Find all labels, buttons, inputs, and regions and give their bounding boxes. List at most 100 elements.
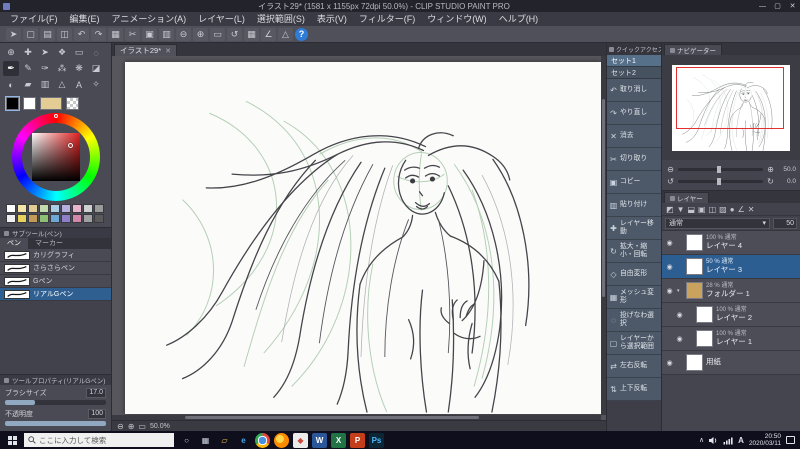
app-chrome[interactable]: [255, 432, 270, 448]
text-tool[interactable]: A: [71, 77, 87, 92]
ruler-icon[interactable]: ∠: [738, 205, 745, 214]
property-slider[interactable]: [5, 421, 106, 426]
quick-access-item[interactable]: ▢ レイヤーから選択範囲: [607, 332, 661, 355]
app-clip-studio[interactable]: ◆: [293, 432, 308, 448]
slider-handle[interactable]: [717, 165, 722, 173]
subtool-item[interactable]: カリグラフィ: [0, 249, 111, 262]
scrollbar-thumb[interactable]: [602, 99, 605, 297]
navigator-view-rect[interactable]: [676, 66, 784, 129]
menu-item[interactable]: 表示(V): [311, 12, 353, 26]
nav-rotate-left-icon[interactable]: ↺: [666, 177, 675, 186]
decoration-tool[interactable]: ❋: [71, 61, 87, 76]
menu-item[interactable]: ファイル(F): [4, 12, 64, 26]
mask-icon[interactable]: ●: [730, 205, 735, 214]
palette-swatch[interactable]: [6, 204, 16, 213]
layer-row[interactable]: ◉ 50 % 通常 レイヤー 3: [662, 255, 800, 279]
lock-alpha-icon[interactable]: ▨: [719, 205, 727, 214]
palette-swatch[interactable]: [83, 204, 93, 213]
ime-indicator[interactable]: A: [738, 436, 744, 445]
snap-special-ruler-icon[interactable]: △: [278, 27, 293, 41]
document-tab[interactable]: イラスト29* ✕: [114, 44, 177, 56]
deselect-icon[interactable]: ▦: [108, 27, 123, 41]
app-firefox[interactable]: [274, 432, 289, 448]
clip-at-layer-icon[interactable]: ▣: [698, 205, 706, 214]
canvas-viewport[interactable]: [112, 56, 606, 420]
palette-swatch[interactable]: [72, 214, 82, 223]
lasso-tool[interactable]: ◌: [88, 45, 104, 60]
operation-icon[interactable]: ➤: [6, 27, 21, 41]
notification-icon[interactable]: [786, 436, 795, 444]
visibility-eye-icon[interactable]: ◉: [675, 335, 684, 343]
menu-item[interactable]: ヘルプ(H): [493, 12, 545, 26]
cut-icon[interactable]: ✂: [125, 27, 140, 41]
app-photoshop[interactable]: Ps: [369, 432, 384, 448]
scrollbar-thumb[interactable]: [185, 416, 479, 419]
app-excel[interactable]: X: [331, 432, 346, 448]
quick-access-item[interactable]: ↻ 拡大・縮小・回転: [607, 240, 661, 263]
tab-close-icon[interactable]: ✕: [165, 47, 171, 55]
palette-swatch[interactable]: [50, 214, 60, 223]
palette-swatch[interactable]: [17, 204, 27, 213]
new-canvas-icon[interactable]: ▢: [23, 27, 38, 41]
nav-zoom-in-icon[interactable]: ⊕: [766, 165, 775, 174]
quick-access-item[interactable]: ↷ やり直し: [607, 102, 661, 125]
hue-cursor[interactable]: [53, 114, 58, 118]
palette-swatch[interactable]: [28, 204, 38, 213]
quick-access-item[interactable]: ✚ レイヤー移動: [607, 217, 661, 240]
help-icon[interactable]: ?: [295, 27, 308, 41]
layer-row[interactable]: ◉ 用紙: [662, 351, 800, 375]
property-value[interactable]: 100: [88, 409, 106, 419]
quick-access-item[interactable]: ▦ メッシュ変形: [607, 286, 661, 309]
menu-item[interactable]: ウィンドウ(W): [421, 12, 493, 26]
volume-icon[interactable]: [709, 436, 718, 445]
nav-zoom-slider[interactable]: [678, 165, 763, 173]
quick-access-item[interactable]: ↶ 取り消し: [607, 79, 661, 102]
property-value[interactable]: 17.0: [86, 388, 106, 398]
combine-icon[interactable]: ⬓: [687, 205, 695, 214]
rotate-reset-icon[interactable]: ↺: [227, 27, 242, 41]
main-color-swatch[interactable]: [5, 95, 20, 111]
nav-rotate-right-icon[interactable]: ↻: [766, 177, 775, 186]
brush-tool[interactable]: ✑: [37, 61, 53, 76]
folder-arrow-icon[interactable]: ▾: [677, 288, 683, 294]
quick-access-item[interactable]: ◇ 自由変形: [607, 263, 661, 286]
subtool-item[interactable]: Gペン: [0, 275, 111, 288]
history-color-swatch[interactable]: [40, 96, 62, 110]
move-tool[interactable]: ✚: [20, 45, 36, 60]
zoom-out-icon[interactable]: ⊖: [117, 422, 124, 431]
fill-tool[interactable]: ▰: [20, 77, 36, 92]
menu-item[interactable]: 選択範囲(S): [251, 12, 311, 26]
palette-swatch[interactable]: [83, 214, 93, 223]
navigator-preview-area[interactable]: [662, 55, 800, 160]
fit-screen-icon[interactable]: ▭: [138, 422, 146, 431]
blend-mode-select[interactable]: 通常 ▾: [665, 217, 770, 229]
visibility-eye-icon[interactable]: ◉: [675, 311, 684, 319]
copy-icon[interactable]: ▣: [142, 27, 157, 41]
grid-icon[interactable]: ▦: [244, 27, 259, 41]
subtool-item[interactable]: リアルGペン: [0, 288, 111, 301]
transfer-down-icon[interactable]: ▼: [677, 205, 685, 214]
fit-to-screen-icon[interactable]: ▭: [210, 27, 225, 41]
redo-icon[interactable]: ↷: [91, 27, 106, 41]
layer-color-icon[interactable]: ◩: [666, 205, 674, 214]
start-button[interactable]: [0, 431, 24, 449]
minimize-button[interactable]: —: [755, 0, 770, 12]
save-icon[interactable]: ◫: [57, 27, 72, 41]
menu-item[interactable]: 編集(E): [64, 12, 106, 26]
taskbar-search[interactable]: ここに入力して検索: [24, 433, 174, 447]
open-file-icon[interactable]: ▤: [40, 27, 55, 41]
quick-access-item[interactable]: ✕ 消去: [607, 125, 661, 148]
gradient-tool[interactable]: ▥: [37, 77, 53, 92]
visibility-eye-icon[interactable]: ◉: [665, 263, 674, 271]
sub-color-swatch[interactable]: [23, 96, 36, 110]
quick-access-item[interactable]: ▣ コピー: [607, 171, 661, 194]
color-wheel[interactable]: [10, 113, 102, 201]
palette-swatch[interactable]: [28, 214, 38, 223]
palette-swatch[interactable]: [17, 214, 27, 223]
subtool-tab[interactable]: ペン: [0, 238, 28, 249]
eyedropper-tool[interactable]: ✧: [88, 77, 104, 92]
operation-tool[interactable]: ➤: [37, 45, 53, 60]
quick-access-item[interactable]: ⇅ 上下反転: [607, 378, 661, 401]
layer-opacity-value[interactable]: 50: [773, 217, 797, 229]
app-edge[interactable]: e: [236, 433, 251, 448]
